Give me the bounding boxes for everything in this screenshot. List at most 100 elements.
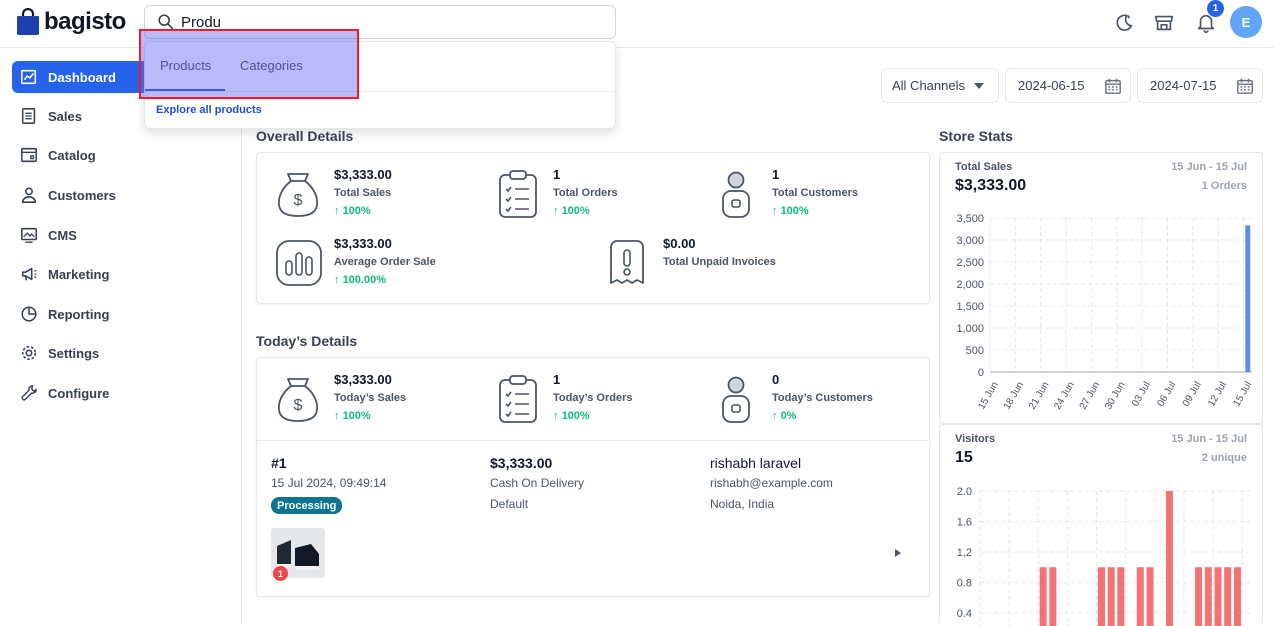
- y-tick-label: 3,000: [956, 235, 984, 247]
- clipboard-icon: [499, 375, 537, 423]
- x-tick-label: 09 Jul: [1181, 380, 1204, 409]
- todays-details-title: Today’s Details: [256, 333, 358, 349]
- bar: [1097, 567, 1105, 626]
- sidebar-item-customers[interactable]: Customers: [12, 179, 234, 211]
- total-sales-pct: ↑ 100%: [334, 205, 371, 217]
- avg-order-sale-pct: ↑ 100.00%: [334, 274, 386, 286]
- todays-sales-stat: $3,333.00 Today’s Sales ↑ 100%: [334, 372, 406, 422]
- todays-customers-label: Today’s Customers: [772, 392, 873, 404]
- x-tick-label: 30 Jun: [1103, 380, 1128, 412]
- x-tick-label: 15 Jun: [976, 380, 1001, 412]
- sidebar-item-label: Sales: [48, 108, 82, 124]
- total-orders-label: Total Orders: [553, 187, 618, 199]
- total-orders-pct: ↑ 100%: [553, 205, 590, 217]
- visitors-chart-card: Visitors 15 15 Jun - 15 Jul 2 unique 0.4…: [939, 424, 1263, 626]
- customer-name: rishabh laravel: [710, 455, 802, 471]
- store-icon[interactable]: [1153, 12, 1175, 34]
- calendar-icon[interactable]: [1236, 77, 1254, 95]
- bar: [1165, 491, 1173, 626]
- dark-mode-icon[interactable]: [1113, 12, 1135, 34]
- search-input[interactable]: [181, 13, 581, 31]
- y-tick-label: 2,000: [956, 279, 984, 291]
- y-tick-label: 1,500: [956, 301, 984, 313]
- todays-orders-label: Today’s Orders: [553, 392, 633, 404]
- svg-text:$: $: [294, 397, 303, 414]
- order-datetime: 15 Jul 2024, 09:49:14: [271, 476, 387, 490]
- start-date-input[interactable]: 2024-06-15: [1005, 68, 1131, 103]
- explore-all-products-link[interactable]: Explore all products: [156, 104, 262, 116]
- sidebar-item-marketing[interactable]: Marketing: [12, 258, 234, 290]
- x-tick-label: 21 Jun: [1027, 380, 1052, 412]
- bar: [1224, 567, 1232, 626]
- store-stats-title: Store Stats: [939, 128, 1013, 144]
- bar: [1245, 225, 1251, 372]
- chevron-right-icon[interactable]: [894, 548, 902, 558]
- total-sales-stat: $3,333.00 Total Sales ↑ 100%: [334, 167, 392, 217]
- y-tick-label: 0.4: [957, 608, 972, 620]
- unpaid-invoices-value: $0.00: [663, 236, 696, 251]
- channel-select-value: All Channels: [892, 78, 965, 93]
- todays-orders-pct: ↑ 100%: [553, 410, 590, 422]
- bar-graph-icon: [276, 240, 322, 286]
- total-customers-label: Total Customers: [772, 187, 858, 199]
- total-orders-value: 1: [553, 167, 561, 182]
- x-tick-label: 18 Jun: [1002, 380, 1027, 412]
- highlight-overlay: [139, 29, 359, 99]
- order-channel: Default: [490, 497, 529, 511]
- sidebar: Dashboard Sales Catalog Customers CMS Ma…: [0, 49, 242, 625]
- clipboard-icon: [499, 170, 537, 218]
- x-tick-label: 03 Jul: [1130, 380, 1153, 409]
- bar: [1039, 567, 1047, 626]
- shopping-bag-icon: [17, 8, 39, 35]
- y-tick-label: 0: [978, 367, 984, 379]
- total-orders-stat: 1 Total Orders ↑ 100%: [553, 167, 618, 217]
- todays-sales-pct: ↑ 100%: [334, 410, 371, 422]
- settings-icon: [21, 345, 37, 361]
- customer-location: Noida, India: [710, 497, 775, 511]
- sidebar-item-label: Settings: [48, 345, 100, 361]
- calendar-icon[interactable]: [1104, 77, 1122, 95]
- reporting-icon: [21, 306, 37, 322]
- customer-icon: [722, 376, 750, 423]
- avatar[interactable]: E: [1230, 6, 1262, 38]
- order-id[interactable]: #1: [271, 455, 287, 471]
- order-payment: Cash On Delivery: [490, 476, 585, 490]
- dashboard-icon: [21, 69, 37, 85]
- bar: [1195, 567, 1203, 626]
- x-tick-label: 06 Jul: [1155, 380, 1178, 409]
- sidebar-item-label: Marketing: [48, 266, 110, 282]
- total-sales-chart-card: Total Sales $3,333.00 15 Jun - 15 Jul 1 …: [939, 152, 1263, 424]
- order-amount: $3,333.00: [490, 455, 553, 471]
- sidebar-item-label: Catalog: [48, 147, 96, 163]
- sidebar-item-configure[interactable]: Configure: [12, 377, 234, 409]
- sidebar-item-catalog[interactable]: Catalog: [12, 139, 234, 171]
- avg-order-sale-stat: $3,333.00 Average Order Sale ↑ 100.00%: [334, 236, 436, 286]
- x-tick-label: 12 Jul: [1206, 380, 1229, 409]
- catalog-icon: [21, 147, 37, 163]
- logo[interactable]: bagisto: [16, 6, 126, 38]
- y-tick-label: 3,500: [956, 213, 984, 225]
- todays-customers-stat: 0 Today’s Customers ↑ 0%: [772, 372, 873, 422]
- sidebar-item-cms[interactable]: CMS: [12, 219, 234, 251]
- end-date-value: 2024-07-15: [1150, 78, 1217, 93]
- logo-text: bagisto: [44, 8, 126, 35]
- sidebar-item-settings[interactable]: Settings: [12, 337, 234, 369]
- sidebar-item-label: CMS: [48, 227, 77, 243]
- y-tick-label: 2.0: [957, 486, 972, 498]
- todays-sales-label: Today’s Sales: [334, 392, 407, 404]
- unpaid-invoices-stat: $0.00 Total Unpaid Invoices: [663, 236, 776, 268]
- todays-orders-value: 1: [553, 372, 561, 387]
- todays-customers-pct: ↑ 0%: [772, 410, 797, 422]
- sidebar-item-label: Customers: [48, 187, 116, 203]
- svg-text:$: $: [294, 192, 303, 209]
- sidebar-item-reporting[interactable]: Reporting: [12, 298, 234, 330]
- sidebar-item-label: Dashboard: [48, 69, 116, 85]
- status-badge: Processing: [271, 497, 343, 514]
- sidebar-item-label: Reporting: [48, 306, 110, 322]
- channel-select[interactable]: All Channels: [881, 68, 999, 103]
- y-tick-label: 1,000: [956, 323, 984, 335]
- y-tick-label: 1.6: [957, 517, 972, 529]
- unpaid-invoices-label: Total Unpaid Invoices: [663, 256, 776, 268]
- total-customers-stat: 1 Total Customers ↑ 100%: [772, 167, 858, 217]
- end-date-input[interactable]: 2024-07-15: [1137, 68, 1263, 103]
